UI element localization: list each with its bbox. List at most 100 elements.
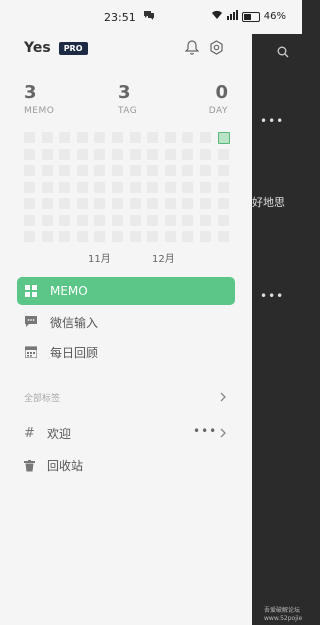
- heatmap-cell[interactable]: [59, 214, 71, 226]
- heatmap-cell[interactable]: [112, 165, 123, 176]
- trash-item[interactable]: 回收站: [24, 457, 83, 474]
- stat-day[interactable]: 0 DAY: [209, 82, 228, 116]
- all-tags-label[interactable]: 全部标签: [24, 391, 60, 404]
- heatmap-cell[interactable]: [200, 132, 211, 143]
- heatmap-cell[interactable]: [164, 181, 176, 193]
- stat-memo[interactable]: 3 MEMO: [24, 82, 54, 116]
- heatmap-cell[interactable]: [76, 198, 88, 209]
- heatmap-cell[interactable]: [129, 198, 141, 209]
- heatmap-cell[interactable]: [24, 198, 35, 209]
- nav-wechat-input[interactable]: 微信输入: [17, 308, 235, 336]
- heatmap-cell[interactable]: [59, 148, 71, 160]
- heatmap-cell[interactable]: [41, 148, 53, 160]
- heatmap-cell[interactable]: [76, 231, 88, 242]
- heatmap-cell[interactable]: [112, 132, 123, 143]
- heatmap-cell[interactable]: [200, 214, 211, 226]
- heatmap-cell[interactable]: [182, 231, 194, 242]
- heatmap-cell[interactable]: [24, 231, 35, 242]
- pro-badge[interactable]: PRO: [58, 41, 88, 55]
- heatmap-cell[interactable]: [129, 231, 141, 242]
- heatmap-cell[interactable]: [24, 181, 35, 193]
- heatmap-cell[interactable]: [24, 148, 35, 160]
- heatmap-cell[interactable]: [147, 132, 159, 143]
- heatmap-cell[interactable]: [182, 132, 194, 143]
- heatmap-cell[interactable]: [112, 198, 123, 209]
- heatmap-cell[interactable]: [217, 181, 229, 193]
- heatmap-cell[interactable]: [182, 214, 194, 226]
- heatmap-cell[interactable]: [41, 132, 53, 143]
- heatmap-cell[interactable]: [164, 198, 176, 209]
- heatmap-cell[interactable]: [41, 181, 53, 193]
- heatmap-cell[interactable]: [94, 231, 106, 242]
- heatmap-cell[interactable]: [76, 214, 88, 226]
- more-icon[interactable]: •••: [193, 424, 217, 438]
- heatmap-cell[interactable]: [59, 198, 71, 209]
- heatmap-cell[interactable]: [41, 165, 53, 176]
- heatmap-cell[interactable]: [182, 165, 194, 176]
- heatmap-cell[interactable]: [24, 132, 35, 143]
- heatmap-cell[interactable]: [129, 214, 141, 226]
- heatmap-cell[interactable]: [217, 198, 229, 209]
- chevron-right-icon[interactable]: [220, 392, 227, 402]
- heatmap-cell[interactable]: [41, 198, 53, 209]
- gear-icon[interactable]: [209, 40, 224, 55]
- heatmap-cell[interactable]: [217, 132, 230, 144]
- heatmap-cell[interactable]: [24, 214, 35, 226]
- heatmap-cell[interactable]: [200, 165, 211, 176]
- heatmap-cell[interactable]: [112, 148, 123, 160]
- heatmap-cell[interactable]: [164, 214, 176, 226]
- heatmap-cell[interactable]: [76, 148, 88, 160]
- heatmap-cell[interactable]: [164, 148, 176, 160]
- heatmap-cell[interactable]: [182, 148, 194, 160]
- heatmap-cell[interactable]: [94, 181, 106, 193]
- heatmap-cell[interactable]: [76, 132, 88, 143]
- heatmap-cell[interactable]: [147, 198, 159, 209]
- heatmap-cell[interactable]: [200, 231, 211, 242]
- heatmap-cell[interactable]: [164, 231, 176, 242]
- heatmap-cell[interactable]: [147, 231, 159, 242]
- heatmap-cell[interactable]: [217, 214, 229, 226]
- heatmap-cell[interactable]: [182, 198, 194, 209]
- heatmap-cell[interactable]: [164, 132, 176, 143]
- heatmap-cell[interactable]: [94, 148, 106, 160]
- heatmap-cell[interactable]: [200, 148, 211, 160]
- nav-daily-review[interactable]: 每日回顾: [17, 338, 235, 366]
- heatmap-cell[interactable]: [129, 181, 141, 193]
- background-content[interactable]: ••• 好地思 ••• 吾爱破解论坛 www.52pojie.cn: [252, 34, 302, 625]
- bell-icon[interactable]: [185, 40, 199, 55]
- stat-tag[interactable]: 3 TAG: [118, 82, 137, 116]
- heatmap-cell[interactable]: [147, 165, 159, 176]
- heatmap-cell[interactable]: [59, 181, 71, 193]
- chevron-right-icon[interactable]: [220, 428, 227, 438]
- heatmap-cell[interactable]: [147, 214, 159, 226]
- heatmap-cell[interactable]: [59, 165, 71, 176]
- heatmap-cell[interactable]: [147, 148, 159, 160]
- heatmap-cell[interactable]: [94, 132, 106, 143]
- heatmap-cell[interactable]: [129, 132, 141, 143]
- nav-memo[interactable]: MEMO: [17, 277, 235, 305]
- heatmap-cell[interactable]: [182, 181, 194, 193]
- heatmap-cell[interactable]: [94, 165, 106, 176]
- heatmap-cell[interactable]: [217, 231, 229, 242]
- heatmap-cell[interactable]: [112, 214, 123, 226]
- heatmap-cell[interactable]: [164, 165, 176, 176]
- heatmap-cell[interactable]: [200, 181, 211, 193]
- heatmap-cell[interactable]: [41, 231, 53, 242]
- heatmap-cell[interactable]: [217, 148, 229, 160]
- heatmap-cell[interactable]: [129, 165, 141, 176]
- heatmap-cell[interactable]: [112, 181, 123, 193]
- heatmap-cell[interactable]: [112, 231, 123, 242]
- heatmap-cell[interactable]: [129, 148, 141, 160]
- heatmap-cell[interactable]: [76, 165, 88, 176]
- heatmap-cell[interactable]: [200, 198, 211, 209]
- heatmap-cell[interactable]: [217, 165, 229, 176]
- heatmap-cell[interactable]: [59, 132, 71, 143]
- heatmap-cell[interactable]: [94, 198, 106, 209]
- heatmap-cell[interactable]: [59, 231, 71, 242]
- heatmap-cell[interactable]: [76, 181, 88, 193]
- heatmap-cell[interactable]: [94, 214, 106, 226]
- heatmap-cell[interactable]: [147, 181, 159, 193]
- heatmap-cell[interactable]: [24, 165, 35, 176]
- tag-item[interactable]: # 欢迎 •••: [24, 424, 228, 442]
- heatmap-cell[interactable]: [41, 214, 53, 226]
